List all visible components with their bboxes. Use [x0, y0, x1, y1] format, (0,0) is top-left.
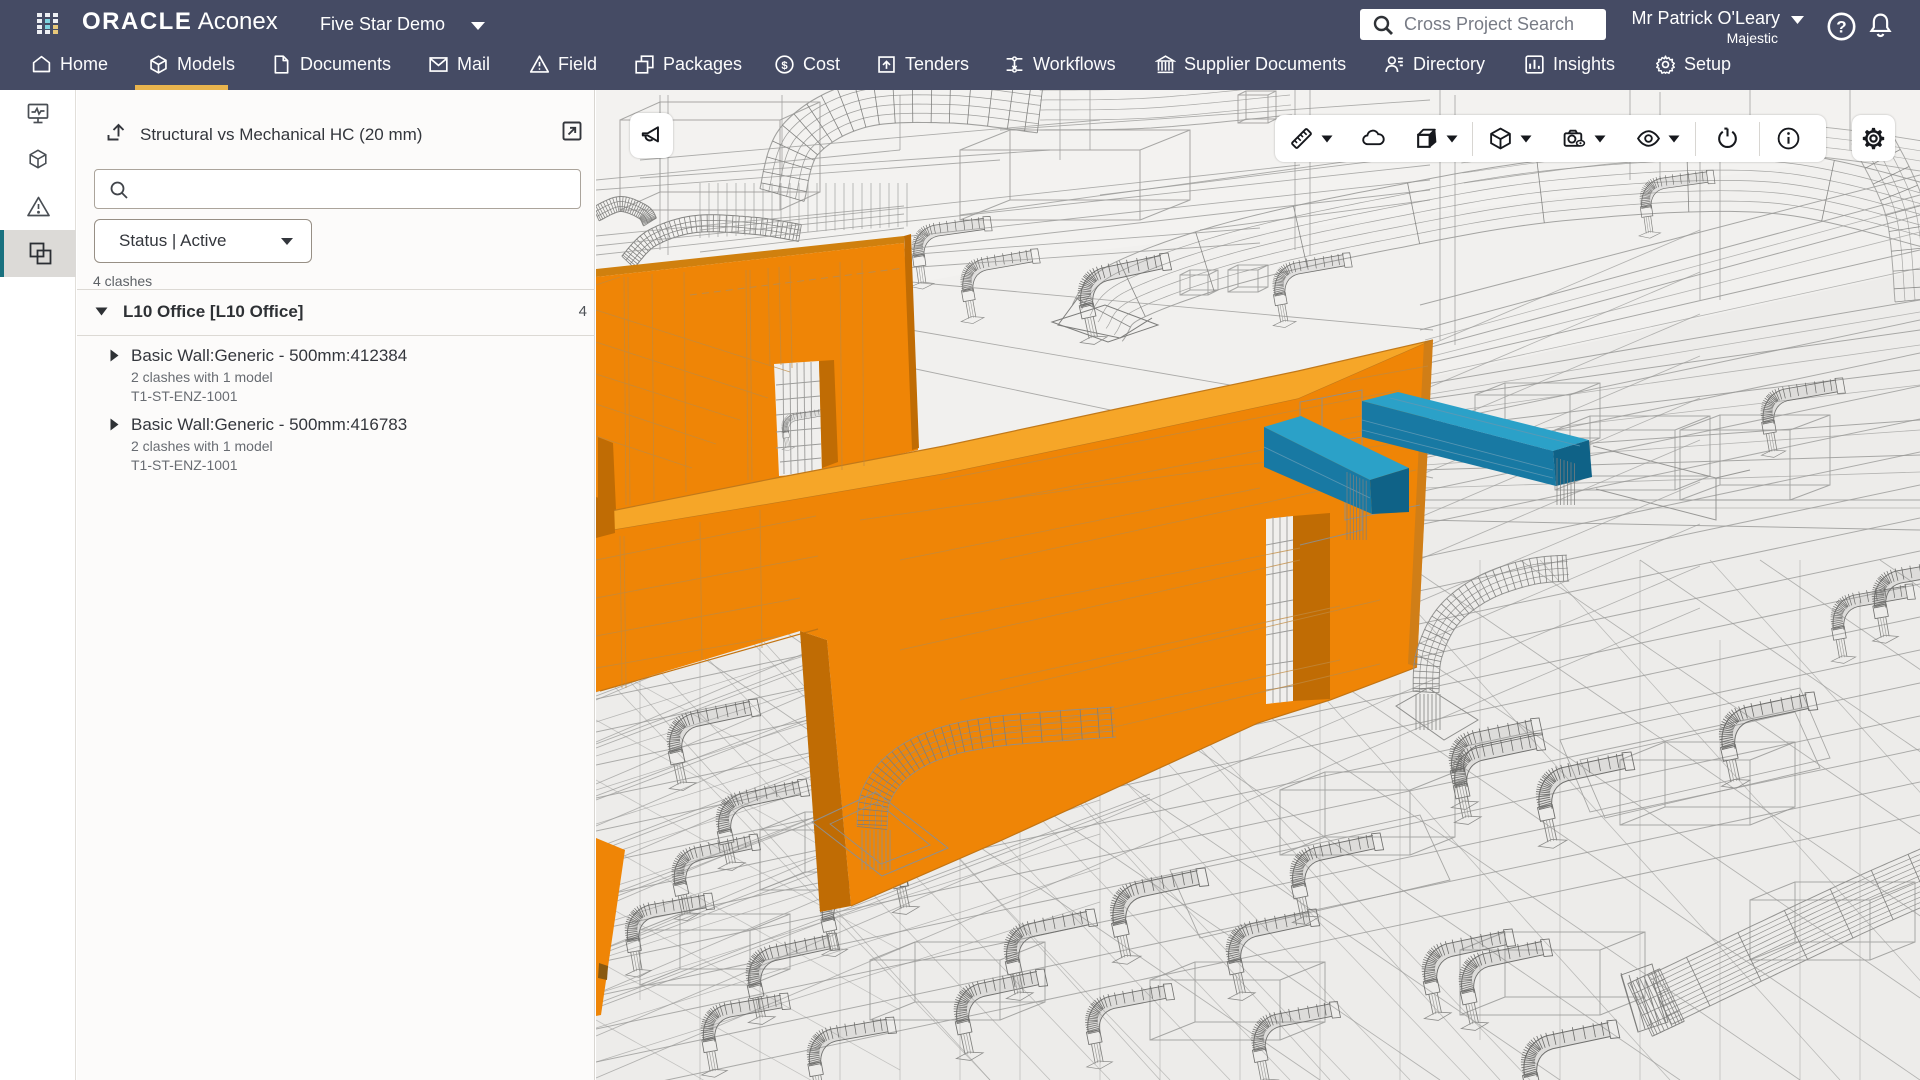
svg-text:?: ? — [1836, 18, 1846, 37]
svg-text:$: $ — [781, 59, 788, 71]
